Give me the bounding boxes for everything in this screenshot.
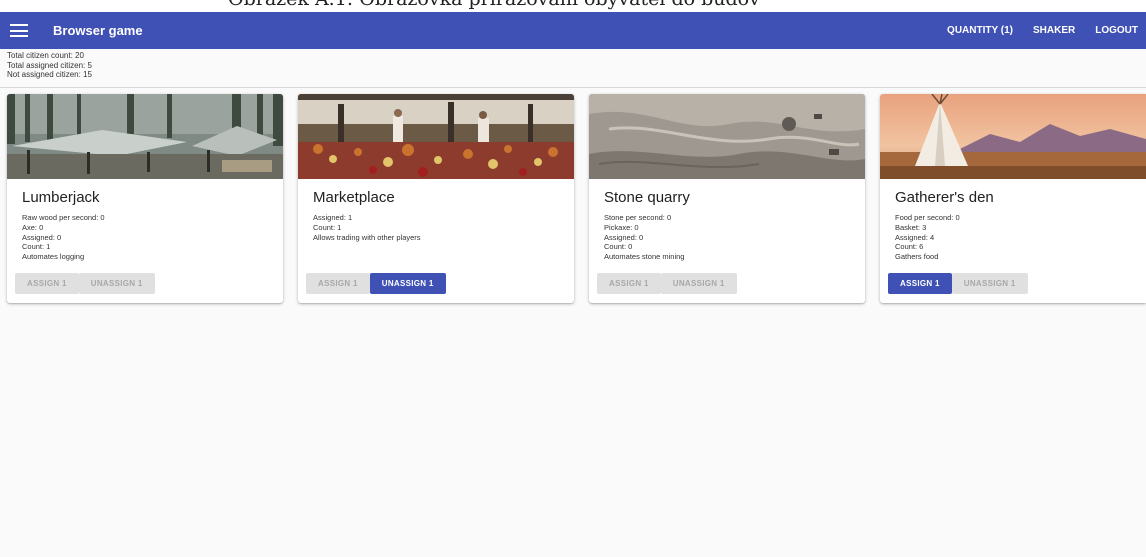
card-actions: ASSIGN 1 UNASSIGN 1: [15, 273, 155, 294]
not-assigned-citizen: Not assigned citizen: 15: [7, 70, 92, 79]
nav-quantity-link[interactable]: QUANTITY (1): [947, 25, 1013, 36]
citizen-stats: Total citizen count: 20 Total assigned c…: [7, 51, 92, 80]
figure-caption: Obrázek A.1: Obrazovka přiřazování obyva…: [0, 0, 1146, 12]
card-detail-line: Allows trading with other players: [313, 232, 421, 242]
market-stalls-image: [298, 94, 574, 179]
top-nav: QUANTITY (1) SHAKER LOGOUT: [927, 25, 1138, 36]
card-detail-line: Count: 1: [313, 222, 342, 232]
card-title: Stone quarry: [604, 189, 690, 206]
total-citizen-count: Total citizen count: 20: [7, 51, 84, 60]
nav-shaker-link[interactable]: SHAKER: [1033, 25, 1075, 36]
divider: [0, 87, 1146, 88]
card-detail-line: Assigned: 4: [895, 232, 935, 242]
unassign-button[interactable]: UNASSIGN 1: [660, 273, 737, 294]
card-details: Assigned: 1 Count: 1 Allows trading with…: [313, 213, 421, 242]
card-title: Lumberjack: [22, 189, 100, 206]
card-actions: ASSIGN 1 UNASSIGN 1: [888, 273, 1028, 294]
card-detail-line: Stone per second: 0: [604, 213, 672, 222]
building-card-gatherers-den: Gatherer's den Food per second: 0 Basket…: [880, 94, 1146, 303]
card-detail-line: Count: 1: [22, 242, 51, 252]
unassign-button[interactable]: UNASSIGN 1: [369, 273, 446, 294]
card-title: Gatherer's den: [895, 189, 994, 206]
card-details: Food per second: 0 Basket: 3 Assigned: 4…: [895, 213, 960, 262]
card-title: Marketplace: [313, 189, 395, 206]
card-detail-line: Automates stone mining: [604, 252, 685, 262]
figure-caption-text: Obrázek A.1: Obrazovka přiřazování obyva…: [228, 0, 760, 10]
card-detail-line: Assigned: 0: [22, 232, 62, 242]
card-detail-line: Basket: 3: [895, 222, 927, 232]
card-actions: ASSIGN 1 UNASSIGN 1: [306, 273, 446, 294]
card-detail-line: Count: 6: [895, 242, 924, 252]
quarry-aerial-image: [589, 94, 865, 179]
assign-button[interactable]: ASSIGN 1: [15, 273, 79, 294]
card-actions: ASSIGN 1 UNASSIGN 1: [597, 273, 737, 294]
card-detail-line: Pickaxe: 0: [604, 222, 639, 232]
sawmill-shed-image: [7, 94, 283, 179]
app-bar: Browser game QUANTITY (1) SHAKER LOGOUT: [0, 12, 1146, 49]
unassign-button[interactable]: UNASSIGN 1: [951, 273, 1028, 294]
building-card-marketplace: Marketplace Assigned: 1 Count: 1 Allows …: [298, 94, 574, 303]
total-assigned-citizen: Total assigned citizen: 5: [7, 60, 92, 70]
unassign-button[interactable]: UNASSIGN 1: [78, 273, 155, 294]
card-detail-line: Count: 0: [604, 242, 633, 252]
menu-icon[interactable]: [10, 24, 28, 37]
tipi-desert-image: [880, 94, 1146, 179]
assign-button[interactable]: ASSIGN 1: [306, 273, 370, 294]
card-detail-line: Raw wood per second: 0: [22, 213, 105, 222]
assign-button[interactable]: ASSIGN 1: [597, 273, 661, 294]
card-detail-line: Food per second: 0: [895, 213, 960, 222]
card-details: Raw wood per second: 0 Axe: 0 Assigned: …: [22, 213, 105, 262]
card-detail-line: Gathers food: [895, 252, 939, 262]
card-detail-line: Assigned: 0: [604, 232, 644, 242]
app-title: Browser game: [53, 23, 143, 38]
building-card-stone-quarry: Stone quarry Stone per second: 0 Pickaxe…: [589, 94, 865, 303]
card-detail-line: Automates logging: [22, 252, 85, 262]
card-detail-line: Axe: 0: [22, 222, 44, 232]
card-detail-line: Assigned: 1: [313, 213, 353, 222]
building-card-lumberjack: Lumberjack Raw wood per second: 0 Axe: 0…: [7, 94, 283, 303]
assign-button[interactable]: ASSIGN 1: [888, 273, 952, 294]
nav-logout-link[interactable]: LOGOUT: [1095, 25, 1138, 36]
card-details: Stone per second: 0 Pickaxe: 0 Assigned:…: [604, 213, 684, 262]
